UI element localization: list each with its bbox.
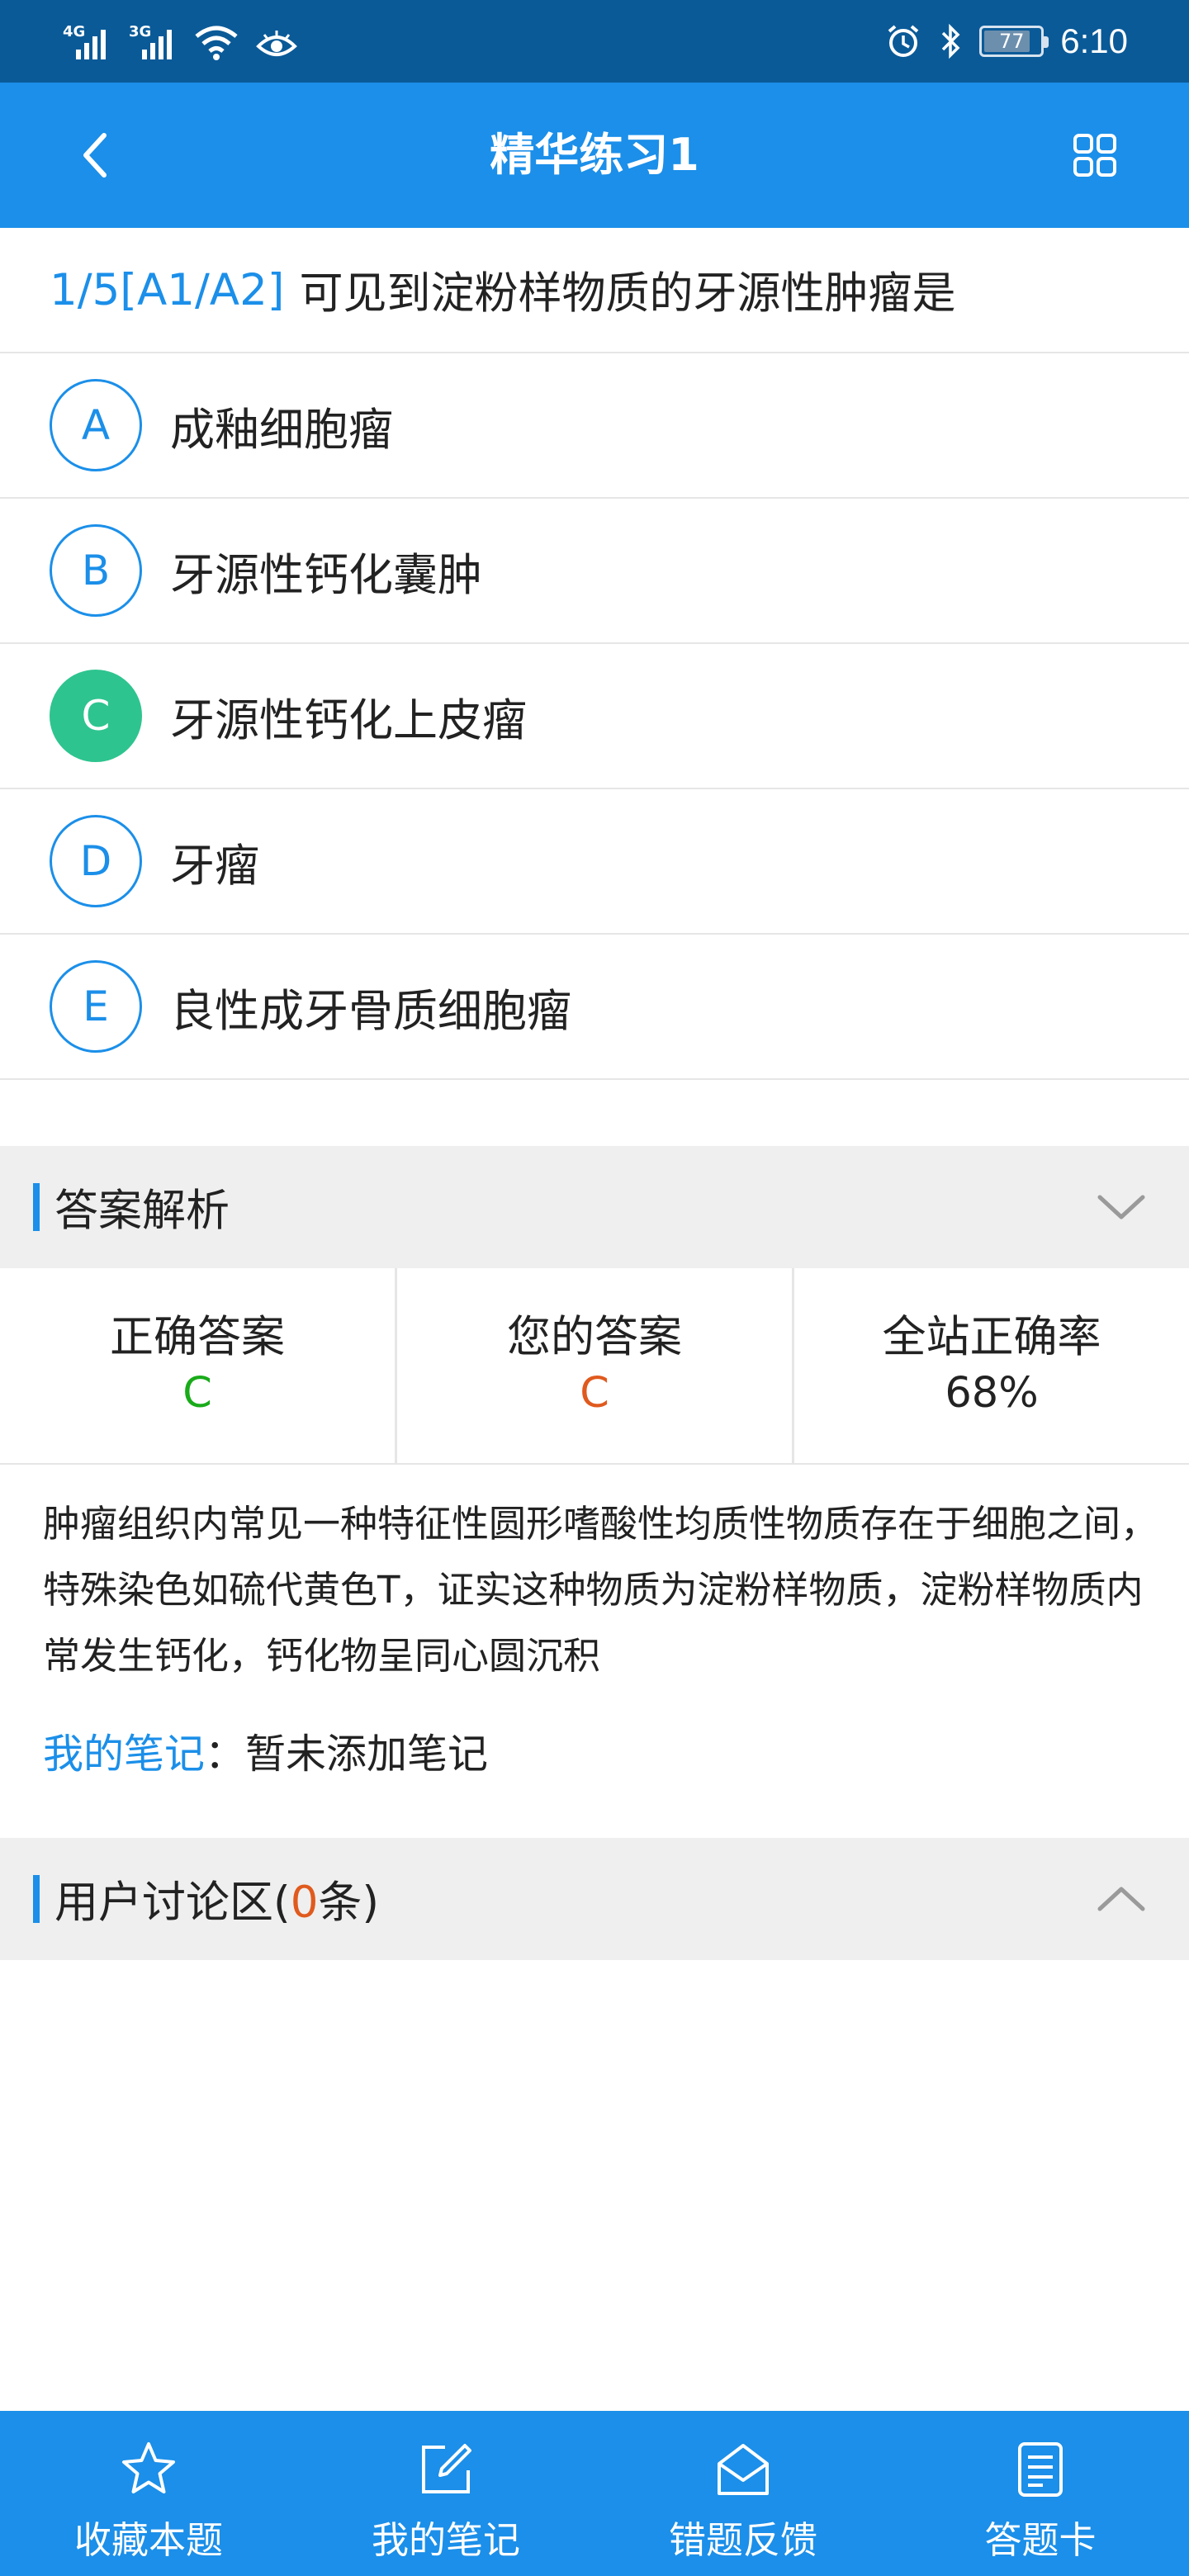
option-e[interactable]: E 良性成牙骨质细胞瘤	[0, 935, 1189, 1080]
option-letter: D	[50, 815, 142, 907]
star-icon	[122, 2442, 175, 2493]
explanation-text: 肿瘤组织内常见一种特征性圆形嗜酸性均质性物质存在于细胞之间，特殊染色如硫代黄色T…	[43, 1502, 1158, 1678]
option-a[interactable]: A 成釉细胞瘤	[0, 353, 1189, 499]
option-text: 牙源性钙化上皮瘤	[170, 694, 527, 746]
options-list: A 成釉细胞瘤 B 牙源性钙化囊肿 C 牙源性钙化上皮瘤 D 牙瘤 E 良性成牙…	[0, 353, 1189, 1080]
answer-card-button[interactable]: 答题卡	[892, 2411, 1189, 2576]
battery-icon: 77	[979, 26, 1049, 57]
status-time: 6:10	[1060, 21, 1128, 60]
nav-bar: 精华练习1	[0, 83, 1189, 228]
favorite-button[interactable]: 收藏本题	[0, 2411, 297, 2576]
answer-card-icon	[1018, 2442, 1063, 2497]
eye-comfort-icon	[256, 31, 297, 56]
section-accent-bar	[33, 1875, 40, 1923]
page-title: 精华练习1	[490, 129, 699, 181]
option-text: 成釉细胞瘤	[170, 403, 393, 456]
option-letter: B	[50, 524, 142, 617]
signal-3g-icon: 3G	[129, 23, 177, 61]
your-answer-stat: 您的答案 C	[397, 1268, 794, 1463]
your-answer-value: C	[580, 1369, 609, 1418]
my-notes-status: ：暂未添加笔记	[205, 1731, 489, 1778]
battery-level: 77	[998, 30, 1025, 53]
discussion-title: 用户讨论区(0条)	[54, 1878, 380, 1928]
analysis-title: 答案解析	[54, 1186, 230, 1236]
chevron-down-icon[interactable]	[1095, 1182, 1148, 1232]
option-text: 牙瘤	[170, 839, 259, 892]
option-letter: C	[50, 670, 142, 762]
option-text: 牙源性钙化囊肿	[170, 548, 482, 601]
bottom-toolbar: 收藏本题 我的笔记 错题反馈 答题卡	[0, 2411, 1189, 2576]
option-text: 良性成牙骨质细胞瘤	[170, 984, 571, 1037]
my-notes-row: 我的笔记：暂未添加笔记	[43, 1726, 488, 1783]
option-letter: E	[50, 960, 142, 1053]
status-bar: 4G 3G 77 6:10	[0, 0, 1189, 83]
correct-answer-value: C	[182, 1369, 212, 1418]
my-notes-link[interactable]: 我的笔记	[43, 1731, 205, 1778]
status-right: 77 6:10	[885, 20, 1128, 63]
discussion-count: 0	[290, 1878, 319, 1928]
mail-icon	[718, 2444, 769, 2495]
section-accent-bar	[33, 1183, 40, 1231]
alarm-icon	[888, 25, 919, 57]
edit-note-icon	[422, 2444, 471, 2493]
option-b[interactable]: B 牙源性钙化囊肿	[0, 499, 1189, 644]
answer-stats: 正确答案 C 您的答案 C 全站正确率 68%	[0, 1268, 1189, 1465]
my-notes-button[interactable]: 我的笔记	[297, 2411, 594, 2576]
correct-answer-label: 正确答案	[110, 1312, 285, 1362]
question-number: 1/5[A1/A2]	[50, 264, 285, 315]
option-c[interactable]: C 牙源性钙化上皮瘤	[0, 644, 1189, 789]
question-text: 可见到淀粉样物质的牙源性肿瘤是	[299, 268, 956, 319]
grid-menu-button[interactable]	[1072, 132, 1118, 178]
accuracy-rate-stat: 全站正确率 68%	[794, 1268, 1189, 1463]
error-feedback-button[interactable]: 错题反馈	[594, 2411, 892, 2576]
accuracy-rate-value: 68%	[945, 1369, 1039, 1418]
question-stem: 1/5[A1/A2] 可见到淀粉样物质的牙源性肿瘤是	[0, 228, 1189, 353]
correct-answer-stat: 正确答案 C	[0, 1268, 397, 1463]
analysis-section-header[interactable]: 答案解析	[0, 1146, 1189, 1268]
your-answer-label: 您的答案	[507, 1312, 682, 1362]
chevron-up-icon[interactable]	[1095, 1874, 1148, 1924]
status-left: 4G 3G	[63, 20, 297, 61]
option-d[interactable]: D 牙瘤	[0, 789, 1189, 935]
accuracy-rate-label: 全站正确率	[882, 1312, 1101, 1362]
option-letter: A	[50, 379, 142, 471]
signal-4g-icon: 4G	[63, 23, 111, 61]
discussion-section-header[interactable]: 用户讨论区(0条)	[0, 1838, 1189, 1960]
wifi-icon	[195, 26, 238, 60]
bluetooth-icon	[942, 23, 960, 59]
